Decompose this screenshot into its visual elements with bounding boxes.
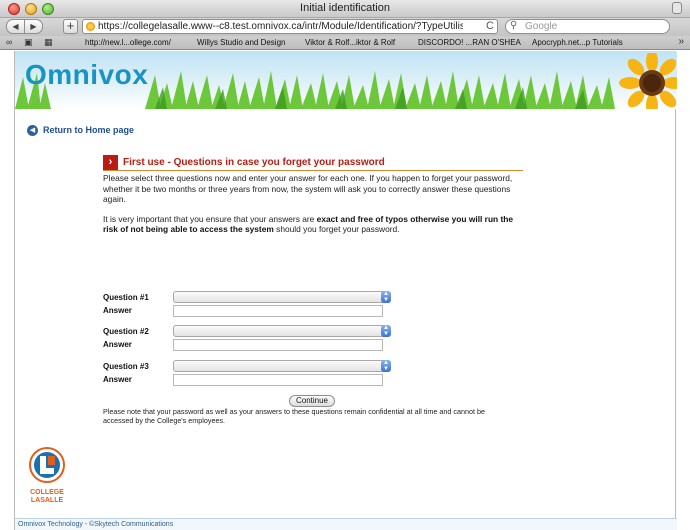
- return-home-link[interactable]: ◀ Return to Home page: [27, 125, 135, 137]
- window-title: Initial identification: [300, 2, 390, 14]
- security-questions-form: › First use - Questions in case you forg…: [103, 155, 523, 425]
- sunflower-decoration-icon: [619, 53, 677, 109]
- search-icon: ⚲: [510, 20, 518, 31]
- answer-3-label: Answer: [103, 375, 132, 384]
- bookmark-item[interactable]: Viktor & Rolf...iktor & Rolf: [305, 38, 395, 47]
- intro-text: Please select three questions now and en…: [103, 173, 513, 204]
- forward-button[interactable]: ▶: [24, 19, 43, 34]
- answer-3-input[interactable]: [173, 374, 383, 386]
- question-2-block: Question #2 Answer ▲ ▼: [103, 325, 403, 353]
- back-arrow-circle-icon: ◀: [27, 125, 38, 137]
- answer-2-label: Answer: [103, 340, 132, 349]
- warning-text: It is very important that you ensure tha…: [103, 214, 523, 235]
- college-name: COLLEGE LASALLE: [29, 489, 65, 504]
- toolbar-toggle-button[interactable]: [672, 2, 682, 14]
- answer-1-label: Answer: [103, 306, 132, 315]
- back-button[interactable]: ◀: [6, 19, 25, 34]
- bookmark-item[interactable]: Willys Studio and Design: [197, 38, 285, 47]
- add-bookmark-button[interactable]: +: [63, 19, 78, 34]
- question-3-select[interactable]: ▲ ▼: [173, 360, 391, 372]
- browser-toolbar: ◀ ▶ + https://collegelasalle.www--c8.tes…: [0, 18, 690, 36]
- question-1-label: Question #1: [103, 293, 149, 302]
- college-name-line1: COLLEGE: [30, 489, 64, 496]
- question-2-select[interactable]: ▲ ▼: [173, 325, 391, 337]
- college-lasalle-logo: COLLEGE LASALLE: [29, 447, 69, 504]
- footer-credits: Omnivox Technology - ©Skytech Communicat…: [18, 521, 174, 528]
- college-name-line2: LASALLE: [30, 496, 64, 504]
- dropdown-arrows-icon: ▲ ▼: [381, 325, 391, 337]
- search-input[interactable]: Google: [525, 21, 557, 32]
- address-input[interactable]: https://collegelasalle.www--c8.test.omni…: [98, 21, 463, 32]
- top-sites-grid-icon[interactable]: ▦: [44, 37, 53, 48]
- section-title: First use - Questions in case you forget…: [123, 157, 385, 168]
- reading-list-icon[interactable]: ∞: [6, 37, 12, 47]
- return-home-label: Return to Home page: [43, 125, 135, 135]
- answer-2-input[interactable]: [173, 339, 383, 351]
- college-lasalle-emblem-icon: [29, 447, 65, 483]
- more-bookmarks-button[interactable]: »: [678, 36, 684, 47]
- question-2-label: Question #2: [103, 327, 149, 336]
- section-header: › First use - Questions in case you forg…: [103, 155, 523, 171]
- right-arrow-box-icon: ›: [103, 155, 118, 170]
- bookmarks-bar: ∞ ▣ ▦ http://new.l...ollege.com/ Willys …: [0, 36, 690, 50]
- page-footer: Omnivox Technology - ©Skytech Communicat…: [15, 518, 677, 530]
- omnivox-banner: Omnivox: [15, 51, 677, 109]
- answer-1-input[interactable]: [173, 305, 383, 317]
- page-content: Omnivox ◀ Return to Home page › First use…: [14, 51, 677, 530]
- dropdown-arrows-icon: ▲ ▼: [381, 360, 391, 372]
- continue-button[interactable]: Continue: [289, 395, 335, 407]
- question-3-block: Question #3 Answer ▲ ▼: [103, 360, 403, 388]
- bookmark-item[interactable]: DISCORDO! ...RAN O'SHEA: [418, 38, 521, 47]
- bookmark-item[interactable]: http://new.l...ollege.com/: [85, 38, 171, 47]
- reload-icon[interactable]: C: [486, 20, 494, 32]
- bookmarks-book-icon[interactable]: ▣: [24, 37, 33, 48]
- warning-text-end: should you forget your password.: [273, 224, 400, 234]
- question-1-block: Question #1 Answer ▲ ▼: [103, 291, 403, 319]
- site-favicon-icon: [86, 22, 95, 31]
- confidentiality-note: Please note that your password as well a…: [103, 407, 485, 425]
- warning-text-start: It is very important that you ensure tha…: [103, 213, 317, 224]
- question-3-label: Question #3: [103, 362, 149, 371]
- search-field[interactable]: ⚲ Google: [505, 19, 670, 34]
- question-1-select[interactable]: ▲ ▼: [173, 291, 391, 303]
- bookmark-item[interactable]: Apocryph.net...p Tutorials: [532, 38, 623, 47]
- address-bar[interactable]: https://collegelasalle.www--c8.test.omni…: [82, 19, 498, 34]
- omnivox-logo: Omnivox: [25, 59, 149, 90]
- dropdown-arrows-icon: ▲ ▼: [381, 291, 391, 303]
- window-titlebar: Initial identification: [0, 0, 690, 18]
